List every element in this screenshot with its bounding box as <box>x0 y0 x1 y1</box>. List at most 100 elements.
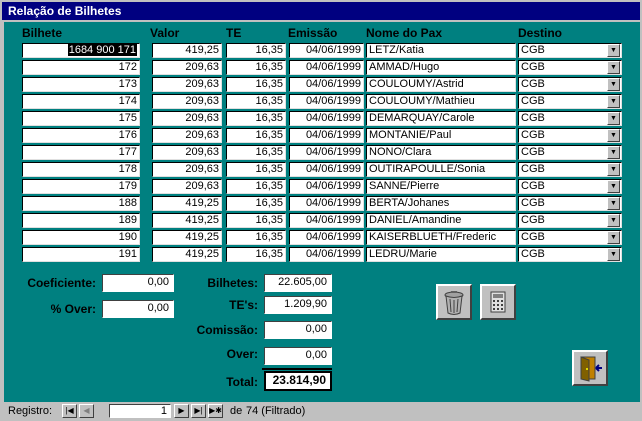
cell-destino[interactable]: CGB ▼ <box>518 247 622 262</box>
chevron-down-icon[interactable]: ▼ <box>607 146 620 159</box>
cell-destino[interactable]: CGB ▼ <box>518 60 622 75</box>
cell-emissao[interactable]: 04/06/1999 <box>289 213 364 228</box>
cell-emissao[interactable]: 04/06/1999 <box>289 94 364 109</box>
cell-destino[interactable]: CGB ▼ <box>518 94 622 109</box>
cell-destino[interactable]: CGB ▼ <box>518 162 622 177</box>
cell-pax[interactable]: COULOUMY/Mathieu <box>366 94 516 109</box>
cell-destino[interactable]: CGB ▼ <box>518 145 622 160</box>
cell-te[interactable]: 16,35 <box>226 213 286 228</box>
cell-valor[interactable]: 209,63 <box>152 128 222 143</box>
record-selector[interactable] <box>6 197 20 210</box>
table-row[interactable]: 191 419,25 16,35 04/06/1999 LEDRU/Marie CGB ▼ <box>4 246 640 263</box>
cell-pax[interactable]: SANNE/Pierre <box>366 179 516 194</box>
table-row[interactable]: 174 209,63 16,35 04/06/1999 COULOUMY/Mathieu… <box>4 93 640 110</box>
cell-bilhete[interactable]: 177 <box>22 145 140 160</box>
cell-pax[interactable]: LEDRU/Marie <box>366 247 516 262</box>
over-percent-field[interactable]: 0,00 <box>102 300 174 318</box>
record-selector[interactable] <box>6 214 20 227</box>
record-selector[interactable] <box>6 163 20 176</box>
cell-valor[interactable]: 419,25 <box>152 213 222 228</box>
cell-bilhete[interactable]: 178 <box>22 162 140 177</box>
cell-pax[interactable]: MONTANIE/Paul <box>366 128 516 143</box>
cell-pax[interactable]: KAISERBLUETH/Frederic <box>366 230 516 245</box>
cell-te[interactable]: 16,35 <box>226 230 286 245</box>
chevron-down-icon[interactable]: ▼ <box>607 112 620 125</box>
next-record-button[interactable]: ▶ <box>174 404 189 418</box>
cell-valor[interactable]: 209,63 <box>152 111 222 126</box>
cell-bilhete[interactable]: 172 <box>22 60 140 75</box>
cell-te[interactable]: 16,35 <box>226 111 286 126</box>
chevron-down-icon[interactable]: ▼ <box>607 95 620 108</box>
cell-emissao[interactable]: 04/06/1999 <box>289 77 364 92</box>
cell-te[interactable]: 16,35 <box>226 60 286 75</box>
record-selector[interactable] <box>6 95 20 108</box>
cell-destino[interactable]: CGB ▼ <box>518 43 622 58</box>
cell-pax[interactable]: DANIEL/Amandine <box>366 213 516 228</box>
cell-pax[interactable]: LETZ/Katia <box>366 43 516 58</box>
cell-te[interactable]: 16,35 <box>226 43 286 58</box>
current-record-field[interactable]: 1 <box>109 404 171 418</box>
record-selector[interactable] <box>6 61 20 74</box>
record-selector[interactable] <box>6 231 20 244</box>
cell-destino[interactable]: CGB ▼ <box>518 230 622 245</box>
record-selector[interactable] <box>6 78 20 91</box>
cell-valor[interactable]: 419,25 <box>152 230 222 245</box>
cell-pax[interactable]: BERTA/Johanes <box>366 196 516 211</box>
cell-te[interactable]: 16,35 <box>226 247 286 262</box>
vertical-scroll-area[interactable] <box>624 42 638 264</box>
chevron-down-icon[interactable]: ▼ <box>607 180 620 193</box>
cell-bilhete[interactable]: 1684 900 171 <box>22 43 140 58</box>
cell-pax[interactable]: NONO/Clara <box>366 145 516 160</box>
table-row[interactable]: 178 209,63 16,35 04/06/1999 OUTIRAPOULLE/Son… <box>4 161 640 178</box>
cell-valor[interactable]: 209,63 <box>152 179 222 194</box>
cell-te[interactable]: 16,35 <box>226 179 286 194</box>
cell-emissao[interactable]: 04/06/1999 <box>289 43 364 58</box>
calculator-button[interactable] <box>480 284 516 320</box>
first-record-button[interactable]: |◀ <box>62 404 77 418</box>
cell-valor[interactable]: 209,63 <box>152 77 222 92</box>
cell-te[interactable]: 16,35 <box>226 77 286 92</box>
cell-te[interactable]: 16,35 <box>226 162 286 177</box>
table-row[interactable]: 189 419,25 16,35 04/06/1999 DANIEL/Amandine C… <box>4 212 640 229</box>
cell-pax[interactable]: COULOUMY/Astrid <box>366 77 516 92</box>
cell-emissao[interactable]: 04/06/1999 <box>289 230 364 245</box>
cell-emissao[interactable]: 04/06/1999 <box>289 128 364 143</box>
table-row[interactable]: 172 209,63 16,35 04/06/1999 AMMAD/Hugo CGB ▼ <box>4 59 640 76</box>
record-selector[interactable] <box>6 180 20 193</box>
new-record-button[interactable]: ▶✱ <box>208 404 223 418</box>
cell-bilhete[interactable]: 190 <box>22 230 140 245</box>
cell-emissao[interactable]: 04/06/1999 <box>289 145 364 160</box>
chevron-down-icon[interactable]: ▼ <box>607 129 620 142</box>
over-field[interactable]: 0,00 <box>264 347 332 365</box>
cell-destino[interactable]: CGB ▼ <box>518 128 622 143</box>
cell-valor[interactable]: 209,63 <box>152 60 222 75</box>
exit-button[interactable] <box>572 350 608 386</box>
cell-pax[interactable]: DEMARQUAY/Carole <box>366 111 516 126</box>
record-selector[interactable] <box>6 129 20 142</box>
chevron-down-icon[interactable]: ▼ <box>607 214 620 227</box>
chevron-down-icon[interactable]: ▼ <box>607 197 620 210</box>
chevron-down-icon[interactable]: ▼ <box>607 248 620 261</box>
cell-bilhete[interactable]: 176 <box>22 128 140 143</box>
table-row[interactable]: 1684 900 171 419,25 16,35 04/06/1999 LETZ/Ka… <box>4 42 640 59</box>
cell-valor[interactable]: 419,25 <box>152 43 222 58</box>
table-row[interactable]: 173 209,63 16,35 04/06/1999 COULOUMY/Astrid C… <box>4 76 640 93</box>
last-record-button[interactable]: ▶| <box>191 404 206 418</box>
cell-emissao[interactable]: 04/06/1999 <box>289 111 364 126</box>
cell-pax[interactable]: OUTIRAPOULLE/Sonia <box>366 162 516 177</box>
record-selector[interactable] <box>6 112 20 125</box>
cell-emissao[interactable]: 04/06/1999 <box>289 196 364 211</box>
cell-bilhete[interactable]: 189 <box>22 213 140 228</box>
record-selector[interactable] <box>6 146 20 159</box>
cell-emissao[interactable]: 04/06/1999 <box>289 179 364 194</box>
cell-te[interactable]: 16,35 <box>226 94 286 109</box>
cell-destino[interactable]: CGB ▼ <box>518 179 622 194</box>
cell-destino[interactable]: CGB ▼ <box>518 77 622 92</box>
chevron-down-icon[interactable]: ▼ <box>607 78 620 91</box>
cell-destino[interactable]: CGB ▼ <box>518 213 622 228</box>
table-row[interactable]: 177 209,63 16,35 04/06/1999 NONO/Clara CGB ▼ <box>4 144 640 161</box>
cell-emissao[interactable]: 04/06/1999 <box>289 60 364 75</box>
cell-bilhete[interactable]: 179 <box>22 179 140 194</box>
cell-bilhete[interactable]: 188 <box>22 196 140 211</box>
cell-te[interactable]: 16,35 <box>226 128 286 143</box>
